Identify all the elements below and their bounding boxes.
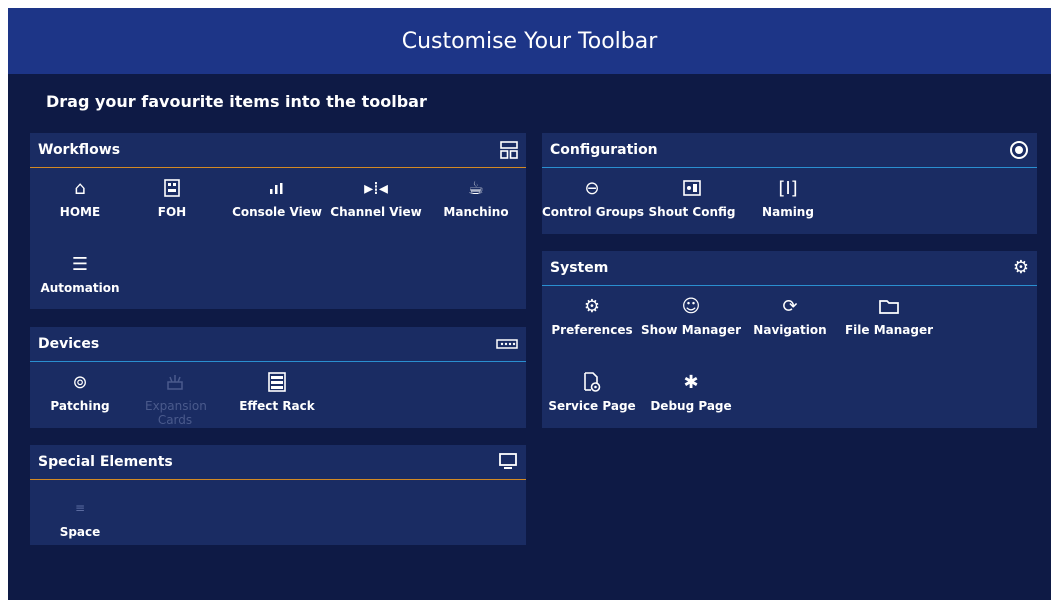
system-header: System ⚙ — [542, 251, 1037, 286]
control-groups-icon: ⊖ — [584, 177, 600, 199]
console-view-icon — [227, 175, 327, 201]
layout-icon — [500, 141, 518, 159]
effect-rack-icon — [227, 369, 327, 395]
devices-title: Devices — [38, 336, 100, 352]
item-label: Patching — [50, 399, 110, 413]
system-panel: System ⚙ ⚙ Preferences ☺ Show Manager ⟳ … — [542, 251, 1037, 428]
configuration-title: Configuration — [550, 142, 658, 158]
item-label: Service Page — [548, 399, 636, 413]
toolbar-item-naming[interactable]: [I] Naming — [738, 175, 838, 220]
toolbar-item-shout-config[interactable]: Shout Config — [642, 175, 742, 219]
special-elements-header: Special Elements — [30, 445, 526, 480]
toolbar-item-service-page[interactable]: Service Page — [542, 369, 642, 413]
item-label: Effect Rack — [239, 399, 315, 413]
item-label: Control Groups — [542, 205, 645, 219]
special-elements-title: Special Elements — [38, 454, 173, 470]
coffee-cup-icon: ☕ — [467, 177, 485, 199]
toolbar-item-automation[interactable]: ☰ Automation — [30, 251, 130, 296]
target-icon — [1009, 140, 1029, 160]
item-label: HOME — [59, 205, 101, 219]
automation-icon: ☰ — [71, 253, 89, 275]
service-page-icon — [542, 369, 642, 395]
item-label: Console View — [232, 205, 322, 219]
workflows-title: Workflows — [38, 142, 121, 158]
toolbar-item-console-view[interactable]: Console View — [227, 175, 327, 219]
item-label: Naming — [762, 205, 814, 219]
devices-header: Devices — [30, 327, 526, 362]
devices-panel: Devices ⊚ Patching Expansion Cards Effec… — [30, 327, 526, 428]
text-cursor-icon: [I] — [778, 177, 798, 199]
patching-icon: ⊚ — [72, 371, 88, 393]
window-title: Customise Your Toolbar — [8, 8, 1051, 74]
item-label: Expansion Cards — [145, 399, 207, 427]
toolbar-item-manchino[interactable]: ☕ Manchino — [426, 175, 526, 220]
monitor-icon — [498, 452, 518, 472]
navigation-icon: ⟳ — [782, 295, 798, 317]
toolbar-item-expansion-cards: Expansion Cards — [125, 369, 225, 427]
toolbar-item-show-manager[interactable]: ☺ Show Manager — [641, 293, 742, 338]
toolbar-item-patching[interactable]: ⊚ Patching — [30, 369, 130, 414]
home-icon: ⌂ — [74, 177, 86, 199]
toolbar-item-effect-rack[interactable]: Effect Rack — [227, 369, 327, 413]
item-label: File Manager — [844, 323, 934, 337]
configuration-panel: Configuration ⊖ Control Groups Shout Con… — [542, 133, 1037, 234]
theater-mask-icon: ☺ — [681, 295, 701, 317]
toolbar-item-navigation[interactable]: ⟳ Navigation — [740, 293, 840, 338]
item-label: Automation — [40, 281, 120, 295]
configuration-header: Configuration — [542, 133, 1037, 168]
gears-icon: ⚙ — [583, 295, 601, 317]
bug-icon: ✱ — [683, 371, 699, 393]
shout-config-icon — [642, 175, 742, 201]
instruction-text: Drag your favourite items into the toolb… — [46, 92, 427, 111]
toolbar-item-file-manager[interactable]: File Manager — [839, 293, 939, 337]
item-label: Shout Config — [648, 205, 736, 219]
expansion-card-icon — [125, 369, 225, 395]
foh-icon — [122, 175, 222, 201]
toolbar-item-channel-view[interactable]: ▸⁞◂ Channel View — [326, 175, 426, 220]
item-label: Preferences — [551, 323, 633, 337]
item-label: Navigation — [753, 323, 827, 337]
toolbar-item-control-groups[interactable]: ⊖ Control Groups — [542, 175, 645, 220]
item-label: Show Manager — [641, 323, 742, 337]
item-label: Channel View — [330, 205, 422, 219]
item-label: Debug Page — [650, 399, 732, 413]
space-icon: ≡ — [74, 501, 86, 515]
workflows-panel: Workflows ⌂ HOME FOH Console View ▸⁞◂ Ch… — [30, 133, 526, 309]
item-label: FOH — [157, 205, 187, 219]
gears-icon: ⚙ — [1012, 257, 1029, 278]
toolbar-item-space[interactable]: ≡ Space — [30, 495, 130, 539]
device-rack-icon — [496, 339, 518, 349]
toolbar-item-preferences[interactable]: ⚙ Preferences — [542, 293, 642, 338]
workflows-header: Workflows — [30, 133, 526, 168]
item-label: Space — [59, 525, 101, 539]
toolbar-item-foh[interactable]: FOH — [122, 175, 222, 219]
toolbar-item-debug-page[interactable]: ✱ Debug Page — [641, 369, 741, 414]
system-title: System — [550, 260, 609, 276]
special-elements-panel: Special Elements ≡ Space — [30, 445, 526, 545]
item-label: Manchino — [443, 205, 509, 219]
folder-icon — [839, 293, 939, 319]
toolbar-item-home[interactable]: ⌂ HOME — [30, 175, 130, 220]
customise-toolbar-window: Customise Your Toolbar Drag your favouri… — [8, 8, 1051, 600]
channel-view-icon: ▸⁞◂ — [364, 177, 388, 199]
